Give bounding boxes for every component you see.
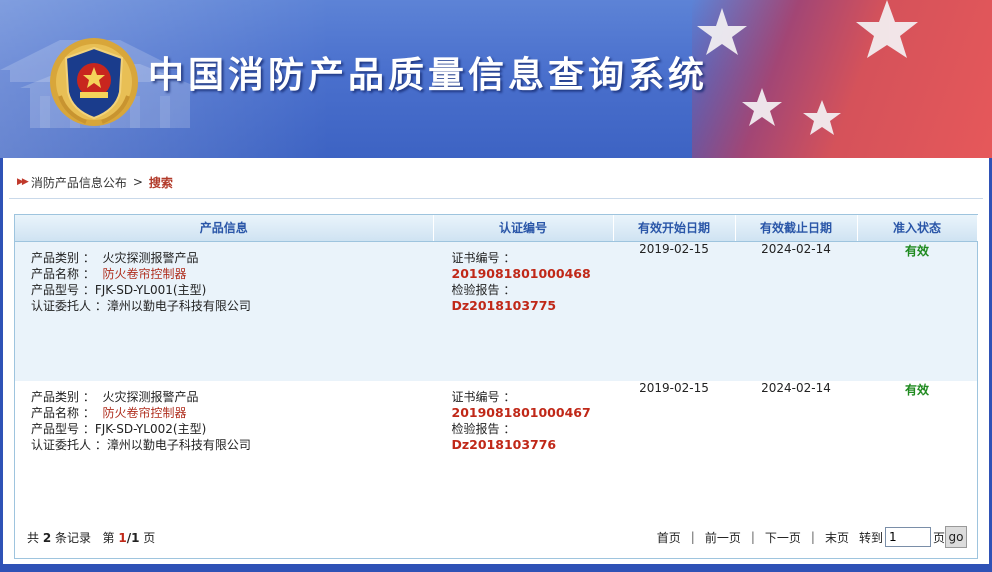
column-header-status: 准入状态 [857,215,978,242]
pager-divider: | [690,530,695,544]
breadcrumb: ▶▶ 消防产品信息公布 > 搜索 [17,172,173,192]
column-header-end-date: 有效截止日期 [735,215,858,242]
report-number-link[interactable]: Dz2018103775 [452,298,613,314]
goto-page-input[interactable] [884,527,931,547]
report-number-label: 检验报告 ： [451,282,516,297]
goto-label: 转到 [858,530,883,545]
status-badge: 有效 [857,381,977,521]
page-prefix: 第 [102,530,115,545]
product-category-line: 产品类别 ： 火灾探测报警产品 [31,250,433,266]
table-header-row: 产品信息 认证编号 有效开始日期 有效截止日期 准入状态 [15,215,978,242]
record-summary: 共 2 条记录 第 1/1 页 [27,529,155,546]
cert-cell: 证书编号 ： 2019081801000468 检验报告 ： Dz2018103… [433,241,613,381]
content-panel: ▶▶ 消防产品信息公布 > 搜索 产品信息 认证编号 有效开始日期 有效截止日期… [3,158,989,564]
last-page-link[interactable]: 末页 [821,529,853,546]
double-arrow-icon: ▶▶ [17,177,29,187]
go-button[interactable]: go [945,526,967,548]
breadcrumb-separator: > [132,175,143,189]
page-suffix: 页 [143,530,156,545]
current-page: 1 [118,530,127,545]
next-page-link[interactable]: 下一页 [761,529,805,546]
table-row: 产品类别 ： 火灾探测报警产品 产品名称 ： 防火卷帘控制器 产品型号 ：FJK… [15,381,977,521]
police-emblem-icon [46,34,142,133]
product-client: 漳州以勤电子科技有限公司 [106,438,251,452]
total-suffix: 条记录 [55,530,92,545]
site-title: 中国消防产品质量信息查询系统 [148,55,709,96]
first-page-link[interactable]: 首页 [653,529,685,546]
product-info-cell: 产品类别 ： 火灾探测报警产品 产品名称 ： 防火卷帘控制器 产品型号 ：FJK… [15,381,433,521]
table-row: 产品类别 ： 火灾探测报警产品 产品名称 ： 防火卷帘控制器 产品型号 ：FJK… [15,241,977,381]
goto-suffix: 页 [932,530,945,545]
end-date: 2024-02-14 [735,381,857,521]
end-date: 2024-02-14 [735,241,857,381]
breadcrumb-current: 搜索 [148,175,173,190]
product-name-line: 产品名称 ： 防火卷帘控制器 [31,266,433,282]
product-model: FJK-SD-YL001(主型) [94,282,207,297]
total-count: 2 [42,530,52,545]
product-name: 防火卷帘控制器 [102,266,187,281]
product-name: 防火卷帘控制器 [102,406,187,420]
cert-number-link[interactable]: 2019081801000467 [452,405,613,421]
start-date: 2019-02-15 [613,241,735,381]
pager-controls: 首页 | 前一页 | 下一页 | 末页 转到 页 go [653,526,967,548]
total-prefix: 共 [27,530,40,545]
name-label: 产品名称 ： [31,266,95,281]
report-number-link[interactable]: Dz2018103776 [452,437,613,453]
header-banner: 中国消防产品质量信息查询系统 [0,0,992,158]
product-info-cell: 产品类别 ： 火灾探测报警产品 产品名称 ： 防火卷帘控制器 产品型号 ：FJK… [15,241,433,381]
name-label: 产品名称 ： [31,406,95,420]
product-client-line: 认证委托人 ：漳州以勤电子科技有限公司 [31,437,433,453]
flag-background [692,0,992,158]
product-category-line: 产品类别 ： 火灾探测报警产品 [31,389,433,405]
column-header-start-date: 有效开始日期 [613,215,736,242]
cert-cell: 证书编号 ： 2019081801000467 检验报告 ： Dz2018103… [433,381,613,521]
results-container: 产品信息 认证编号 有效开始日期 有效截止日期 准入状态 产品类别 ： 火灾探测… [14,214,978,559]
category-label: 产品类别 ： [31,250,95,265]
pager-divider: | [750,530,755,544]
category-label: 产品类别 ： [31,390,95,404]
column-header-cert-number: 认证编号 [433,215,614,242]
product-model-line: 产品型号 ：FJK-SD-YL002(主型) [31,421,433,437]
prev-page-link[interactable]: 前一页 [701,529,745,546]
product-client: 漳州以勤电子科技有限公司 [106,298,251,313]
cert-number-link[interactable]: 2019081801000468 [452,266,613,282]
client-label: 认证委托人 ： [31,298,107,313]
product-client-line: 认证委托人 ：漳州以勤电子科技有限公司 [31,298,433,314]
product-model: FJK-SD-YL002(主型) [94,422,207,436]
column-header-product-info: 产品信息 [15,215,434,242]
model-label: 产品型号 ： [31,282,95,297]
product-category: 火灾探测报警产品 [102,250,199,265]
product-name-line: 产品名称 ： 防火卷帘控制器 [31,405,433,421]
client-label: 认证委托人 ： [31,438,107,452]
breadcrumb-divider [9,198,983,199]
start-date: 2019-02-15 [613,381,735,521]
model-label: 产品型号 ： [31,422,95,436]
breadcrumb-parent-link[interactable]: 消防产品信息公布 [31,174,127,191]
status-badge: 有效 [857,241,977,381]
product-category: 火灾探测报警产品 [102,390,199,404]
results-table: 产品信息 认证编号 有效开始日期 有效截止日期 准入状态 产品类别 ： 火灾探测… [15,215,978,521]
product-model-line: 产品型号 ：FJK-SD-YL001(主型) [31,282,433,298]
pager-divider: | [810,530,815,544]
total-pages: 1 [131,530,140,545]
report-number-label: 检验报告 ： [451,422,516,436]
cert-number-label: 证书编号 ： [451,250,516,265]
pagination-bar: 共 2 条记录 第 1/1 页 首页 | 前一页 | 下一页 | 末页 转到 页… [15,523,977,551]
cert-number-label: 证书编号 ： [451,390,516,404]
